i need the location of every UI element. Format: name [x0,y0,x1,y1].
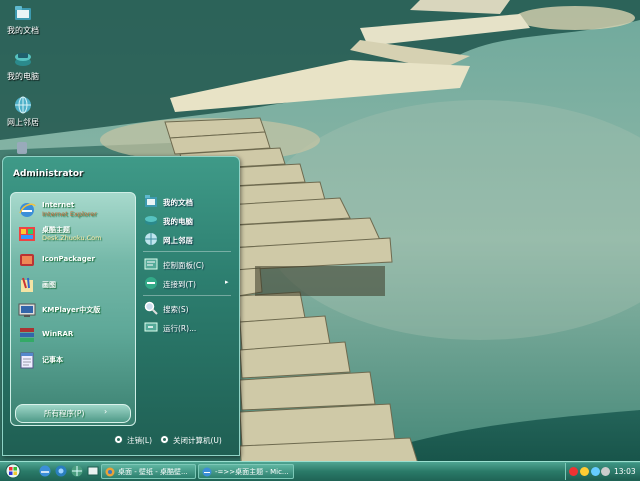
system-tray: 13:03 [565,463,640,480]
program-iconpackager[interactable]: IconPackager [15,249,133,271]
program-kmplayer[interactable]: KMPlayer中文版 [15,299,133,321]
run-icon [144,322,158,332]
action-label: 搜索(S) [163,305,189,314]
program-name: 记事本 [42,356,63,364]
desktop-icon-label: 我的文档 [7,26,39,35]
network-icon [145,233,157,245]
shutdown-button[interactable]: 关闭计算机(U) [160,434,236,446]
desktop-icon-my-documents[interactable]: 我的文档 [3,4,43,36]
theme-icon [19,227,35,241]
program-name: KMPlayer中文版 [42,306,101,314]
program-subtitle: Internet Explorer [42,210,97,218]
logoff-button[interactable]: 注销(L) [114,434,154,446]
program-winrar[interactable]: WinRAR [15,324,133,346]
program-name: IconPackager [42,255,95,263]
tray-volume-icon[interactable] [591,467,600,476]
start-menu-places: 我的文档 我的电脑 网上邻居 控制面板(C) 连接到(T) ▸ 搜索(S) 运行… [139,192,235,424]
computer-icon [145,216,157,225]
place-label: 我的电脑 [163,217,193,226]
desktop-icon-my-computer[interactable]: 我的电脑 [3,50,43,82]
start-menu-programs: Internet Internet Explorer 桌酷主题 Desk.Zhu… [10,192,136,426]
setting-control-panel[interactable]: 控制面板(C) [143,257,235,273]
action-run[interactable]: 运行(R)... [143,320,235,336]
paint-icon [21,277,33,292]
setting-label: 控制面板(C) [163,261,205,270]
folder-icon [15,6,31,20]
desktop-icon-network[interactable]: 网上邻居 [3,96,43,128]
place-my-computer[interactable]: 我的电脑 [143,213,235,229]
notepad-icon [20,352,34,369]
task-label: -=>>桌面主题 - Mic... [215,468,289,476]
program-internet[interactable]: Internet Internet Explorer [15,199,133,221]
tray-messenger-icon[interactable] [580,467,589,476]
search-icon [144,301,158,315]
tray-network-icon[interactable] [601,467,610,476]
program-notepad[interactable]: 记事本 [15,349,133,371]
start-menu-footer: 注销(L) 关闭计算机(U) [3,427,239,453]
browser-icon[interactable] [54,464,68,478]
chevron-right-icon: › [104,407,108,416]
action-search[interactable]: 搜索(S) [143,301,235,317]
start-menu: Administrator Internet Internet Explorer… [2,156,240,456]
ie-icon[interactable] [38,464,52,478]
kmplayer-icon [18,303,36,317]
program-paint[interactable]: 画图 [15,274,133,296]
logoff-icon [114,435,123,444]
ie-icon [202,467,212,477]
program-name: 画图 [42,281,56,289]
program-desk-theme[interactable]: 桌酷主题 Desk.Zhuoku.Com [15,223,133,245]
start-menu-username: Administrator [13,169,84,179]
menu-separator [143,295,231,296]
desktop-icon-partial[interactable] [17,142,27,154]
ie-icon [19,203,36,217]
taskbar-task-theme[interactable]: -=>>桌面主题 - Mic... [198,464,294,479]
connect-icon [145,277,157,289]
all-programs-label: 所有程序(P) [44,409,85,418]
start-button[interactable] [2,463,24,479]
computer-icon [15,53,31,66]
globe-icon[interactable] [70,464,84,478]
tray-qq-icon[interactable] [569,467,578,476]
shutdown-icon [160,435,169,444]
show-desktop-icon[interactable] [86,464,100,478]
iconpackager-icon [20,254,34,266]
menu-separator [143,251,231,252]
task-label: 桌面 - 壁纸 - 桌酷壁... [118,468,188,476]
clock[interactable]: 13:03 [614,467,636,476]
desktop-icon-label: 网上邻居 [7,118,39,127]
shutdown-label: 关闭计算机(U) [173,436,222,445]
setting-connect-to[interactable]: 连接到(T) ▸ [143,276,235,292]
place-my-documents[interactable]: 我的文档 [143,194,235,210]
setting-label: 连接到(T) [163,280,196,289]
winrar-icon [20,328,34,342]
taskbar-task-desktop[interactable]: 桌面 - 壁纸 - 桌酷壁... [101,464,196,479]
desktop-icon-label: 我的电脑 [7,72,39,81]
logoff-label: 注销(L) [127,436,153,445]
documents-icon [145,195,157,207]
place-network[interactable]: 网上邻居 [143,232,235,248]
program-subtitle: Desk.Zhuoku.Com [42,234,102,242]
place-label: 我的文档 [163,198,193,207]
program-name: WinRAR [42,330,74,338]
action-label: 运行(R)... [163,324,197,333]
program-name: Internet [42,201,75,209]
network-icon [15,96,31,114]
place-label: 网上邻居 [163,236,193,245]
all-programs-button[interactable]: 所有程序(P) › [15,404,131,423]
taskbar: 桌面 - 壁纸 - 桌酷壁... -=>>桌面主题 - Mic... 13:03 [0,461,640,481]
control-panel-icon [144,258,158,270]
browser-icon [105,467,115,477]
chevron-right-icon: ▸ [225,278,229,286]
